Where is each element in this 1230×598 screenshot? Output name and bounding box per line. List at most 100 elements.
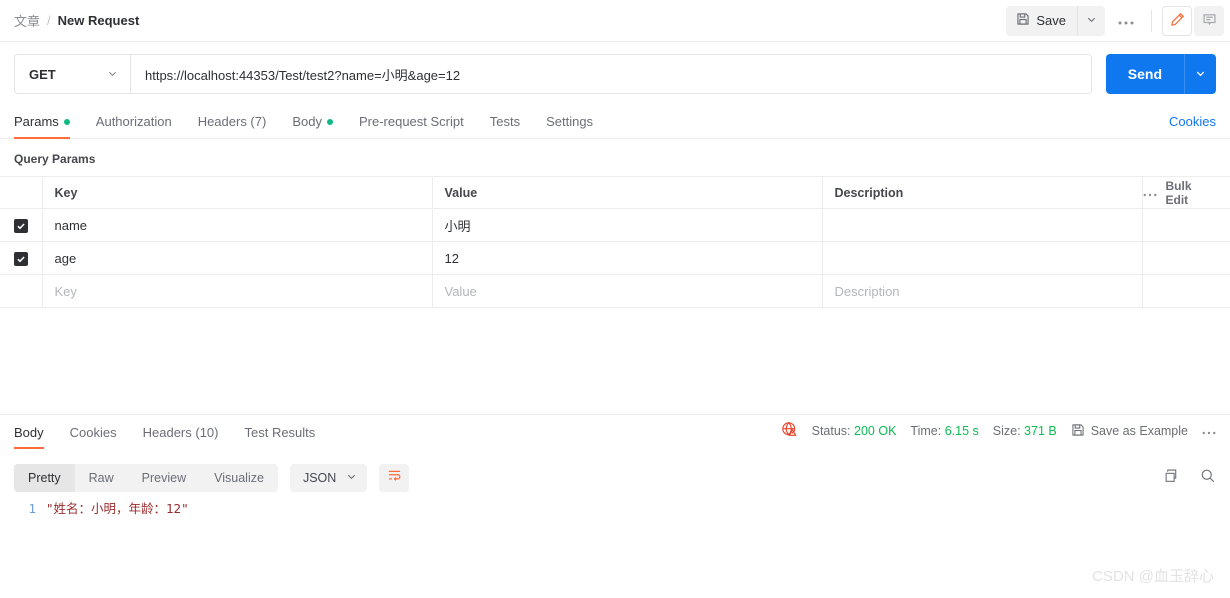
time-info: Time: 6.15 s: [910, 424, 978, 438]
method-url-group: GET: [14, 54, 1092, 94]
breadcrumb: 文章 / New Request: [14, 11, 139, 30]
top-bar: 文章 / New Request Save: [0, 0, 1230, 42]
save-as-example-button[interactable]: Save as Example: [1071, 423, 1188, 440]
url-input[interactable]: [131, 55, 1091, 93]
tab-body[interactable]: Body: [279, 114, 346, 138]
postman-window: 文章 / New Request Save GET https://localh…: [0, 0, 1230, 598]
tab-params-label: Params: [14, 114, 59, 129]
search-button[interactable]: [1200, 468, 1216, 489]
save-dropdown-button[interactable]: [1077, 5, 1105, 36]
query-params-table: Key Value Description Bulk Edit name 小明 …: [0, 176, 1230, 308]
response-meta: Status: 200 OK Time: 6.15 s Size: 371 B: [781, 421, 1216, 449]
row-key[interactable]: name: [42, 208, 433, 242]
view-visualize[interactable]: Visualize: [200, 464, 278, 492]
empty-row-key[interactable]: Key: [42, 274, 433, 308]
breadcrumb-current: New Request: [57, 13, 140, 28]
size-value: 371 B: [1024, 424, 1057, 438]
floppy-icon: [1071, 423, 1085, 440]
edit-request-button[interactable]: [1162, 5, 1192, 36]
view-preview[interactable]: Preview: [128, 464, 200, 492]
tab-tests-label: Tests: [489, 114, 521, 129]
cookies-link[interactable]: Cookies: [1169, 114, 1216, 138]
header-checkbox-cell: [0, 176, 43, 209]
breadcrumb-parent[interactable]: 文章: [14, 11, 40, 30]
time-label: Time:: [910, 424, 942, 438]
toolbar-divider: [1151, 9, 1152, 32]
empty-row-value[interactable]: Value: [432, 274, 823, 308]
tab-tests[interactable]: Tests: [477, 114, 533, 138]
header-value: Value: [432, 176, 823, 209]
response-format-bar: Pretty Raw Preview Visualize JSON: [0, 458, 1230, 498]
response-tab-body[interactable]: Body: [14, 425, 57, 449]
header-key: Key: [42, 176, 433, 209]
word-wrap-icon: [387, 468, 402, 488]
url-bar: GET Send: [0, 42, 1230, 106]
response-language-label: JSON: [302, 471, 337, 485]
save-button-label: Save: [1036, 13, 1066, 28]
tab-settings[interactable]: Settings: [533, 114, 606, 138]
ellipsis-icon: [1118, 13, 1134, 28]
tab-params[interactable]: Params: [14, 114, 83, 139]
tab-headers-label: Headers (7): [197, 114, 267, 129]
row-checkbox[interactable]: [13, 251, 28, 266]
response-more-button[interactable]: [1202, 424, 1216, 438]
http-method-label: GET: [29, 66, 56, 82]
comments-button[interactable]: [1194, 5, 1224, 36]
table-header-row: Key Value Description Bulk Edit: [0, 176, 1230, 209]
tab-authorization[interactable]: Authorization: [83, 114, 185, 138]
view-raw[interactable]: Raw: [75, 464, 128, 492]
response-body-actions: [1164, 468, 1216, 489]
view-pretty[interactable]: Pretty: [14, 464, 75, 492]
response-body-viewer[interactable]: 1 "姓名：小明，年龄：12": [0, 498, 1230, 598]
tab-pre-request-script-label: Pre-request Script: [358, 114, 464, 129]
query-params-header: Key Value Description Bulk Edit: [0, 176, 1230, 209]
row-key[interactable]: age: [42, 241, 433, 275]
floppy-icon: [1016, 12, 1030, 29]
search-icon: [1200, 469, 1216, 488]
body-modified-dot: [326, 118, 333, 125]
more-options-button[interactable]: [1111, 6, 1141, 36]
watermark: CSDN @血玉辞心: [1092, 568, 1214, 585]
response-tab-headers[interactable]: Headers (10): [130, 425, 232, 449]
ellipsis-icon[interactable]: [1143, 186, 1157, 200]
row-description[interactable]: [822, 208, 1143, 242]
save-button-group: Save: [1006, 5, 1105, 36]
chevron-down-icon: [1086, 13, 1097, 28]
http-method-select[interactable]: GET: [15, 55, 131, 93]
code-line: 1 "姓名：小明，年龄：12": [0, 498, 1230, 519]
bulk-actions: Bulk Edit: [1143, 177, 1230, 208]
row-value[interactable]: 12: [432, 241, 823, 275]
tab-pre-request-script[interactable]: Pre-request Script: [346, 114, 477, 138]
send-dropdown-button[interactable]: [1184, 54, 1216, 94]
row-actions: [1142, 241, 1230, 275]
tab-body-label: Body: [292, 114, 322, 129]
row-description[interactable]: [822, 241, 1143, 275]
row-checkbox[interactable]: [13, 218, 28, 233]
breadcrumb-separator: /: [47, 13, 51, 28]
save-button[interactable]: Save: [1006, 5, 1077, 36]
response-view-segment: Pretty Raw Preview Visualize: [14, 464, 278, 492]
table-row: age 12: [0, 241, 1230, 275]
row-checkbox-cell: [0, 241, 43, 275]
chevron-down-icon: [107, 67, 118, 82]
copy-icon: [1164, 469, 1180, 488]
copy-button[interactable]: [1164, 468, 1180, 489]
status-info: Status: 200 OK: [812, 424, 897, 438]
empty-row-description[interactable]: Description: [822, 274, 1143, 308]
row-value[interactable]: 小明: [432, 208, 823, 242]
top-bar-actions: Save: [1006, 5, 1224, 36]
row-actions: [1142, 208, 1230, 242]
globe-warning-icon[interactable]: [781, 421, 798, 441]
word-wrap-button[interactable]: [379, 464, 410, 492]
tab-headers[interactable]: Headers (7): [185, 114, 280, 138]
params-modified-dot: [63, 118, 70, 125]
time-value: 6.15 s: [944, 424, 979, 438]
response-tab-cookies[interactable]: Cookies: [57, 425, 130, 449]
chevron-down-icon: [1195, 67, 1206, 82]
response-language-select[interactable]: JSON: [289, 464, 368, 492]
size-info: Size: 371 B: [993, 424, 1057, 438]
send-button[interactable]: Send: [1105, 54, 1184, 94]
bulk-edit-button[interactable]: Bulk Edit: [1166, 179, 1217, 207]
response-tab-test-results[interactable]: Test Results: [231, 425, 328, 449]
comment-icon: [1202, 12, 1217, 30]
